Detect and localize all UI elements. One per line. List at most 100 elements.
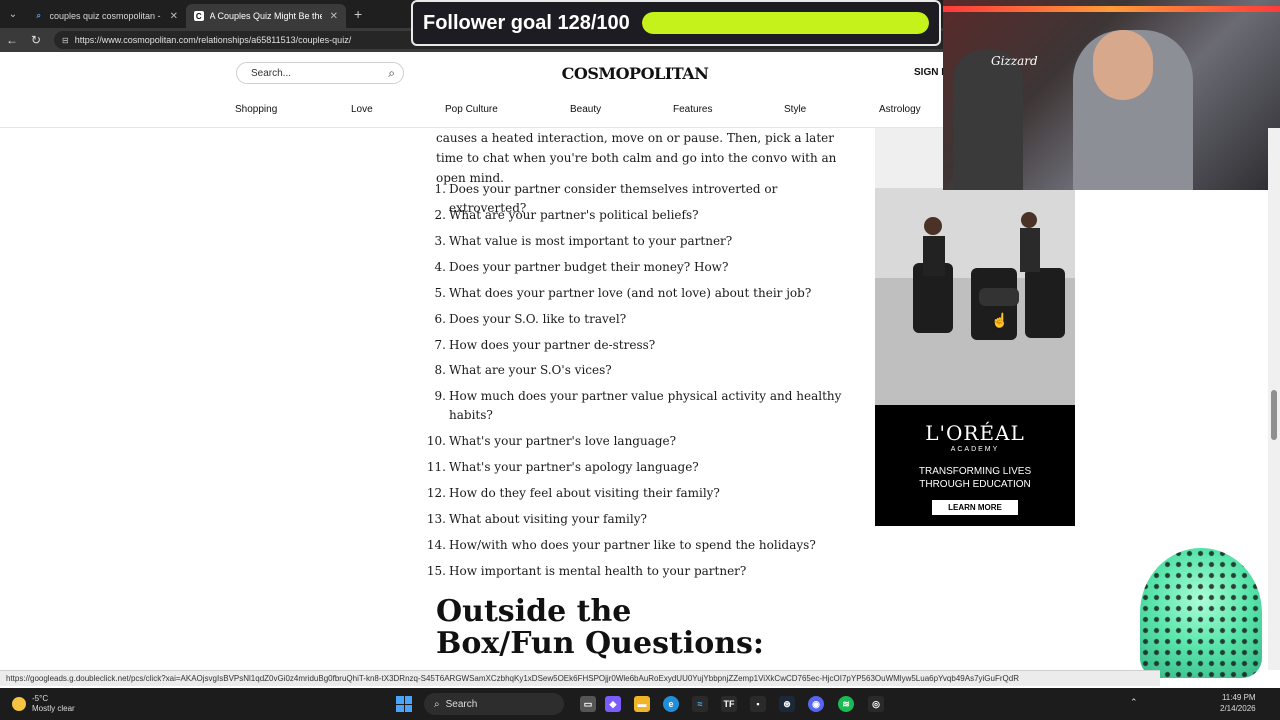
search-icon: ⌕ xyxy=(36,11,41,20)
ad-brand-sub: ACADEMY xyxy=(950,446,1000,453)
close-icon[interactable]: ✕ xyxy=(170,11,178,22)
ad-tagline-line-1: TRANSFORMING LIVES xyxy=(918,466,1032,477)
question-text: What does your partner love (and not lov… xyxy=(449,286,812,300)
question-number: 13. xyxy=(426,512,446,526)
edge-browser-icon[interactable]: e xyxy=(663,696,679,712)
nav-item-features[interactable]: Features xyxy=(673,104,712,115)
obs-icon[interactable]: ◎ xyxy=(868,696,884,712)
section-heading: Outside the Box/Fun Questions: xyxy=(436,594,765,661)
question-text: What about visiting your family? xyxy=(449,512,647,526)
question-text: How do they feel about visiting their fa… xyxy=(449,486,720,500)
question-item: 7. How does your partner de-stress? xyxy=(435,336,846,355)
tab-label: couples quiz cosmopolitan - Searc xyxy=(49,11,162,21)
question-number: 11. xyxy=(426,460,446,474)
ad-tagline: TRANSFORMING LIVES THROUGH EDUCATION xyxy=(875,465,1075,491)
search-placeholder: Search... xyxy=(251,67,292,79)
question-item: 4. Does your partner budget their money? … xyxy=(435,258,846,277)
question-text: How/with who does your partner like to s… xyxy=(449,538,816,552)
question-item: 13. What about visiting your family? xyxy=(427,510,846,529)
question-number: 1. xyxy=(434,182,446,196)
clock-date: 2/14/2026 xyxy=(1220,704,1256,713)
plant-overlay-graphic xyxy=(1140,548,1262,678)
question-text: What's your partner's love language? xyxy=(449,434,677,448)
clock-time: 11:49 PM xyxy=(1221,693,1256,702)
scrollbar-thumb[interactable] xyxy=(1271,390,1277,440)
question-item: 9. How much does your partner value physi… xyxy=(435,387,846,425)
question-item: 2. What are your partner's political beli… xyxy=(435,206,846,225)
follower-progress-fill xyxy=(641,12,929,34)
question-number: 7. xyxy=(434,338,446,352)
taskbar-search-label: Search xyxy=(445,698,478,710)
neon-sign: Gizzard xyxy=(991,54,1038,68)
back-arrow-icon[interactable]: ← xyxy=(0,28,24,52)
article-paragraph: causes a heated interaction, move on or … xyxy=(436,131,837,185)
link-status-bar: https://googleads.g.doubleclick.net/pcs/… xyxy=(0,670,1160,686)
terminal-icon[interactable]: ▪ xyxy=(750,696,766,712)
question-number: 14. xyxy=(426,538,446,552)
tf-app-icon[interactable]: TF xyxy=(721,696,737,712)
copilot-icon[interactable]: ◆ xyxy=(605,696,621,712)
question-text: What value is most important to your par… xyxy=(449,234,733,248)
close-icon[interactable]: ✕ xyxy=(330,11,338,22)
spotify-icon[interactable]: ≋ xyxy=(838,696,854,712)
nav-item-style[interactable]: Style xyxy=(784,104,806,115)
weather-moon-icon xyxy=(12,697,26,711)
search-input[interactable]: Search... ⌕ xyxy=(236,62,404,84)
tab-article[interactable]: C A Couples Quiz Might Be the Key ✕ xyxy=(186,4,346,28)
question-text: What are your partner's political belief… xyxy=(449,208,699,222)
tab-search[interactable]: ⌕ couples quiz cosmopolitan - Searc ✕ xyxy=(26,4,186,28)
system-clock[interactable]: 11:49 PM 2/14/2026 xyxy=(1220,692,1256,714)
question-number: 3. xyxy=(434,234,446,248)
question-item: 5. What does your partner love (and not l… xyxy=(435,284,846,303)
weather-condition: Mostly clear xyxy=(32,704,75,713)
nav-item-pop-culture[interactable]: Pop Culture xyxy=(445,104,498,115)
question-text: How does your partner de-stress? xyxy=(449,338,656,352)
ad-footer: L'ORÉAL ACADEMY TRANSFORMING LIVES THROU… xyxy=(875,405,1075,526)
question-item: 8. What are your S.O's vices? xyxy=(435,361,846,380)
tray-chevron-icon[interactable]: ⌃ xyxy=(1130,697,1138,708)
weather-widget[interactable]: -5°C Mostly clear xyxy=(12,694,75,714)
question-number: 6. xyxy=(434,312,446,326)
mouse-pointer-icon: ☝ xyxy=(991,312,1009,328)
tab-list-chevron-icon[interactable]: ⌄ xyxy=(0,0,26,28)
question-number: 15. xyxy=(426,564,446,578)
reload-icon[interactable]: ↻ xyxy=(24,28,48,52)
nav-item-astrology[interactable]: Astrology xyxy=(879,104,921,115)
question-number: 9. xyxy=(434,389,446,403)
taskbar: -5°C Mostly clear ⌕ Search ▭ ◆ ▬ e ≈ TF … xyxy=(0,688,1280,720)
nav-item-love[interactable]: Love xyxy=(351,104,373,115)
question-number: 10. xyxy=(426,434,446,448)
question-item: 12. How do they feel about visiting their… xyxy=(427,484,846,503)
task-view-icon[interactable]: ▭ xyxy=(580,696,596,712)
app-icon[interactable]: ≈ xyxy=(692,696,708,712)
question-number: 2. xyxy=(434,208,446,222)
site-logo[interactable]: COSMOPOLITAN xyxy=(560,64,710,83)
question-item: 11. What's your partner's apology languag… xyxy=(427,458,846,477)
url-text: https://www.cosmopolitan.com/relationshi… xyxy=(74,35,352,45)
webcam-overlay: Gizzard xyxy=(943,0,1280,190)
cosmo-favicon-icon: C xyxy=(194,11,204,21)
site-info-icon[interactable]: ⊟ xyxy=(62,36,69,45)
nav-item-shopping[interactable]: Shopping xyxy=(235,104,277,115)
question-number: 5. xyxy=(434,286,446,300)
question-text: What's your partner's apology language? xyxy=(449,460,699,474)
steam-icon[interactable]: ⊛ xyxy=(779,696,795,712)
file-explorer-icon[interactable]: ▬ xyxy=(634,696,650,712)
weather-temp: -5°C xyxy=(32,694,49,703)
question-text: How important is mental health to your p… xyxy=(449,564,747,578)
search-icon[interactable]: ⌕ xyxy=(388,66,395,81)
follower-goal-widget: Follower goal 128/100 xyxy=(411,0,941,46)
question-item: 6. Does your S.O. like to travel? xyxy=(435,310,846,329)
new-tab-plus-icon[interactable]: + xyxy=(354,6,362,22)
page-scrollbar[interactable] xyxy=(1268,128,1280,670)
streamer-face xyxy=(1093,30,1153,100)
nav-item-beauty[interactable]: Beauty xyxy=(570,104,601,115)
windows-start-icon[interactable] xyxy=(396,696,412,712)
ad-learn-more-button[interactable]: LEARN MORE xyxy=(932,500,1018,515)
question-text: What are your S.O's vices? xyxy=(449,363,612,377)
screen: ⌄ ⌕ couples quiz cosmopolitan - Searc ✕ … xyxy=(0,0,1280,720)
ad-tagline-line-2: THROUGH EDUCATION xyxy=(919,479,1031,490)
taskbar-search[interactable]: ⌕ Search xyxy=(424,693,564,715)
discord-icon[interactable]: ◉ xyxy=(808,696,824,712)
sign-in-link[interactable]: SIGN I xyxy=(914,67,944,78)
